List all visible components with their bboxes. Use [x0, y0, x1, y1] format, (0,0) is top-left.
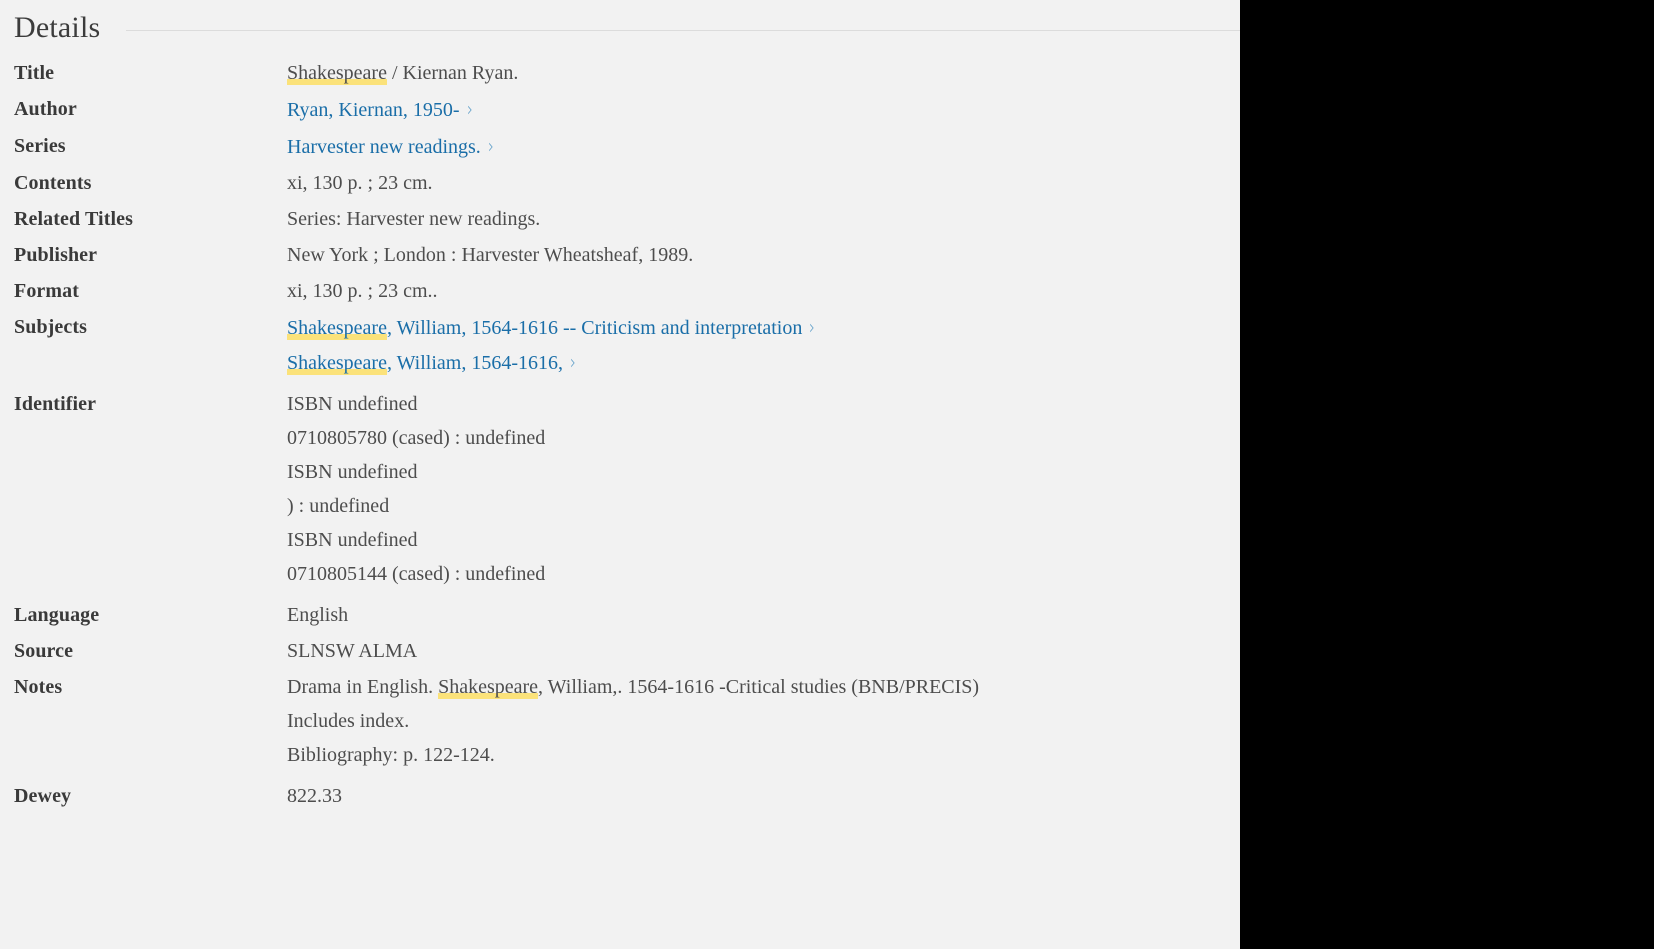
title-remainder: / Kiernan Ryan. — [386, 62, 519, 84]
field-value-dewey: 822.33 — [287, 785, 342, 807]
note-line: Includes index. — [287, 710, 410, 732]
subject-link[interactable]: Shakespeare, William, 1564-1616 -- Criti… — [287, 317, 802, 340]
field-value-source: SLNSW ALMA — [287, 640, 418, 662]
field-label-dewey: Dewey — [14, 785, 72, 807]
chevron-right-icon[interactable]: › — [570, 349, 576, 376]
chevron-right-icon[interactable]: › — [809, 314, 815, 341]
screen-root: Details Title Shakespeare / Kiernan Ryan… — [0, 0, 1654, 949]
identifier-line: 0710805144 (cased) : undefined — [287, 563, 546, 585]
field-row-dewey: Dewey 822.33 — [0, 783, 1240, 810]
subject-item: Shakespeare, William, 1564-1616, › — [287, 349, 1240, 377]
author-link[interactable]: Ryan, Kiernan, 1950- — [287, 99, 460, 121]
highlighted-term: Shakespeare — [287, 62, 387, 85]
details-panel: Details Title Shakespeare / Kiernan Ryan… — [0, 0, 1240, 949]
field-label-series: Series — [14, 135, 66, 157]
note-line: Drama in English. Shakespeare, William,.… — [287, 674, 1240, 701]
field-label-format: Format — [14, 280, 80, 302]
subject-remainder: , William, 1564-1616 -- Criticism and in… — [386, 317, 803, 339]
field-label-notes: Notes — [14, 676, 63, 698]
note-prefix: Drama in English. — [287, 676, 439, 698]
field-row-publisher: Publisher New York ; London : Harvester … — [0, 242, 1240, 269]
field-value-notes: Drama in English. Shakespeare, William,.… — [287, 674, 1240, 769]
field-value-title: Shakespeare / Kiernan Ryan. — [287, 60, 1240, 87]
field-value-author: Ryan, Kiernan, 1950- › — [287, 96, 1240, 124]
field-value-publisher: New York ; London : Harvester Wheatsheaf… — [287, 244, 694, 266]
field-label-source: Source — [14, 640, 74, 662]
highlighted-term: Shakespeare — [287, 352, 387, 375]
field-row-subjects: Subjects Shakespeare, William, 1564-1616… — [0, 314, 1240, 377]
field-label-subjects: Subjects — [14, 316, 88, 338]
identifier-line: 0710805780 (cased) : undefined — [287, 427, 546, 449]
details-field-list: Title Shakespeare / Kiernan Ryan. Author… — [0, 46, 1240, 810]
field-value-format: xi, 130 p. ; 23 cm.. — [287, 280, 438, 302]
highlighted-term: Shakespeare — [438, 676, 539, 699]
field-row-format: Format xi, 130 p. ; 23 cm.. — [0, 278, 1240, 305]
field-value-subjects: Shakespeare, William, 1564-1616 -- Criti… — [287, 314, 1240, 377]
subject-remainder: , William, 1564-1616, — [386, 352, 563, 374]
field-label-title: Title — [14, 62, 55, 84]
field-label-publisher: Publisher — [14, 244, 98, 266]
subject-link[interactable]: Shakespeare, William, 1564-1616, — [287, 352, 563, 375]
field-value-contents: xi, 130 p. ; 23 cm. — [287, 172, 433, 194]
identifier-line: ISBN undefined — [287, 461, 418, 483]
field-row-contents: Contents xi, 130 p. ; 23 cm. — [0, 170, 1240, 197]
field-row-source: Source SLNSW ALMA — [0, 638, 1240, 665]
highlighted-term: Shakespeare — [287, 317, 387, 340]
header-divider — [126, 29, 1240, 31]
field-row-notes: Notes Drama in English. Shakespeare, Wil… — [0, 674, 1240, 769]
field-label-contents: Contents — [14, 172, 92, 194]
field-value-identifier: ISBN undefined 0710805780 (cased) : unde… — [287, 391, 1240, 588]
identifier-line: ) : undefined — [287, 495, 390, 517]
chevron-right-icon[interactable]: › — [467, 96, 473, 123]
chevron-right-icon[interactable]: › — [488, 133, 494, 160]
note-line: Bibliography: p. 122-124. — [287, 744, 495, 766]
field-row-related-titles: Related Titles Series: Harvester new rea… — [0, 206, 1240, 233]
field-value-series: Harvester new readings. › — [287, 133, 1240, 161]
details-header: Details — [0, 0, 1240, 46]
field-value-related-titles: Series: Harvester new readings. — [287, 208, 541, 230]
identifier-line: ISBN undefined — [287, 529, 418, 551]
field-row-series: Series Harvester new readings. › — [0, 133, 1240, 161]
field-label-author: Author — [14, 98, 77, 120]
field-value-language: English — [287, 604, 349, 626]
field-row-identifier: Identifier ISBN undefined 0710805780 (ca… — [0, 391, 1240, 588]
note-suffix: , William,. 1564-1616 -Critical studies … — [538, 676, 980, 698]
identifier-line: ISBN undefined — [287, 393, 418, 415]
page-title: Details — [14, 11, 101, 44]
field-label-related-titles: Related Titles — [14, 208, 133, 230]
field-label-language: Language — [14, 604, 100, 626]
field-row-author: Author Ryan, Kiernan, 1950- › — [0, 96, 1240, 124]
field-row-language: Language English — [0, 602, 1240, 629]
field-row-title: Title Shakespeare / Kiernan Ryan. — [0, 60, 1240, 87]
field-label-identifier: Identifier — [14, 393, 97, 415]
subject-item: Shakespeare, William, 1564-1616 -- Criti… — [287, 314, 1240, 342]
series-link[interactable]: Harvester new readings. — [287, 136, 481, 158]
